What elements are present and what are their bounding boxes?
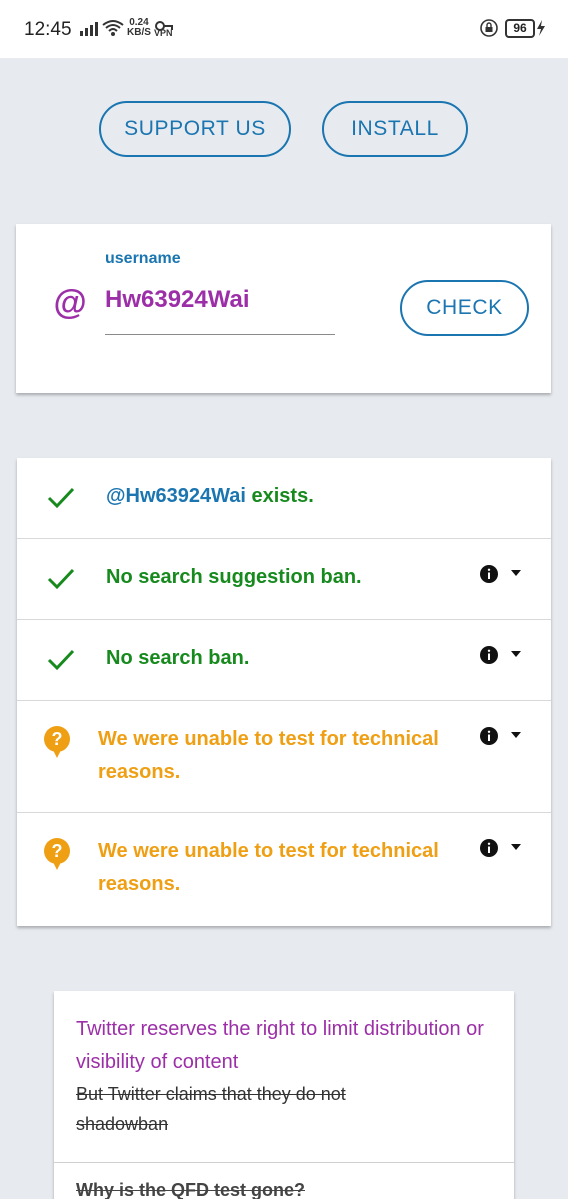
info-strikethrough-text: But Twitter claims that they do not shad… [76, 1084, 346, 1134]
caret-down-icon[interactable] [511, 570, 521, 576]
install-button[interactable]: INSTALL [322, 101, 468, 157]
username-label: username [105, 250, 181, 267]
vpn-label: VPN [154, 28, 173, 38]
network-speed: 0.24 KB/S [127, 18, 151, 38]
svg-text:?: ? [52, 729, 63, 749]
username-card: username @ Hw63924Wai CHECK [16, 224, 551, 393]
info-card: Twitter reserves the right to limit dist… [54, 991, 514, 1199]
results-card: @Hw63924Wai exists. No search suggestion… [17, 458, 551, 926]
info-icon[interactable] [479, 838, 499, 858]
result-row-search-suggestion[interactable]: No search suggestion ban. [17, 539, 551, 620]
result-row-unknown-1[interactable]: ? We were unable to test for technical r… [17, 701, 551, 813]
speed-unit: KB/S [127, 27, 151, 38]
status-bar: 12:45 0.24 KB/S VPN 96 [0, 0, 568, 58]
info-title: Twitter reserves the right to limit dist… [76, 1018, 484, 1073]
faq-item[interactable]: Why is the QFD test gone? [76, 1180, 305, 1199]
caret-down-icon[interactable] [511, 732, 521, 738]
question-bubble-icon: ? [44, 726, 70, 758]
info-icon[interactable] [479, 564, 499, 584]
divider [54, 1162, 514, 1163]
wifi-icon [102, 20, 124, 36]
result-row-search-ban[interactable]: No search ban. [17, 620, 551, 701]
support-us-button[interactable]: SUPPORT US [99, 101, 291, 157]
input-underline [105, 334, 335, 335]
info-icon[interactable] [479, 645, 499, 665]
result-row-unknown-2[interactable]: ? We were unable to test for technical r… [17, 813, 551, 926]
result-username: @Hw63924Wai [106, 485, 246, 507]
battery-indicator: 96 [505, 19, 535, 38]
result-text: We were unable to test for technical rea… [98, 728, 439, 783]
check-icon [47, 649, 75, 671]
check-icon [47, 568, 75, 590]
signal-icon [80, 22, 98, 36]
caret-down-icon[interactable] [511, 651, 521, 657]
result-text: No search suggestion ban. [106, 566, 362, 588]
check-button[interactable]: CHECK [400, 280, 529, 336]
status-time: 12:45 [24, 19, 72, 40]
charging-bolt-icon [537, 20, 545, 36]
question-bubble-icon: ? [44, 838, 70, 870]
result-text: @Hw63924Wai exists. [106, 480, 314, 513]
at-icon: @ [53, 284, 87, 322]
rotation-lock-icon [480, 19, 498, 37]
result-text: No search ban. [106, 647, 250, 669]
username-input[interactable]: Hw63924Wai [105, 286, 250, 314]
info-icon[interactable] [479, 726, 499, 746]
caret-down-icon[interactable] [511, 844, 521, 850]
result-exists-text: exists. [245, 485, 314, 507]
check-icon [47, 487, 75, 509]
svg-text:?: ? [52, 841, 63, 861]
result-text: We were unable to test for technical rea… [98, 840, 439, 895]
result-row-exists: @Hw63924Wai exists. [17, 458, 551, 539]
